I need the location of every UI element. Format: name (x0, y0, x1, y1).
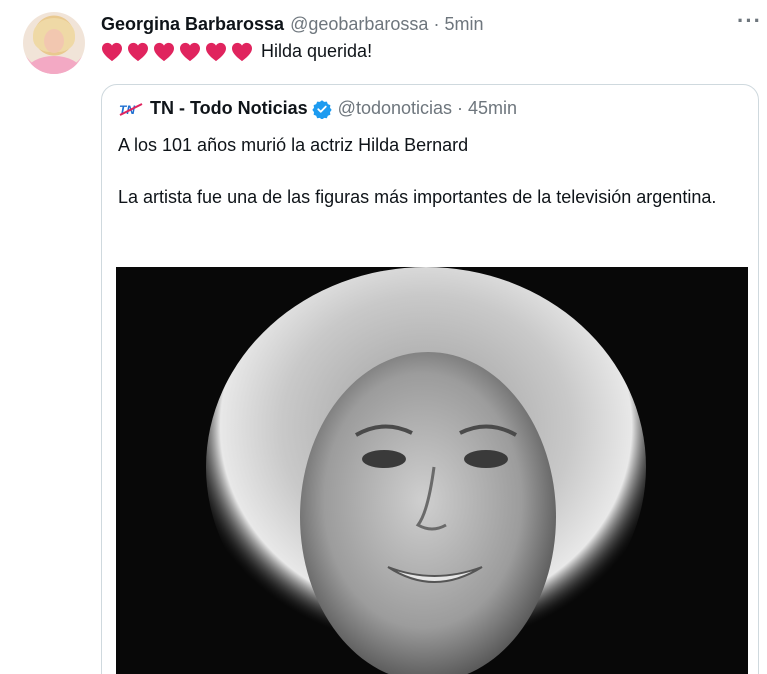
quoted-tweet-time[interactable]: 45min (468, 98, 517, 119)
more-options-icon[interactable]: ··· (737, 10, 761, 34)
quoted-author-handle[interactable]: @todonoticias (338, 98, 452, 119)
heart-icon (180, 42, 200, 61)
tweet-text-content: Hilda querida! (261, 41, 373, 61)
tweet-time[interactable]: 5min (444, 14, 483, 35)
separator-dot: · (433, 14, 440, 34)
quoted-separator-dot: · (457, 98, 464, 118)
quoted-tweet-photo[interactable] (116, 267, 748, 674)
quoted-tweet-header: TN TN - Todo Noticias @todonoticias · 45… (118, 98, 517, 119)
author-handle[interactable]: @geobarbarossa (290, 14, 428, 35)
verified-badge-icon (312, 99, 332, 119)
author-avatar[interactable] (23, 12, 85, 74)
quoted-tweet-paragraph: La artista fue una de las figuras más im… (118, 187, 717, 207)
heart-icon (102, 42, 122, 61)
author-name[interactable]: Georgina Barbarossa (101, 14, 284, 35)
quoted-tweet-card[interactable]: TN TN - Todo Noticias @todonoticias · 45… (101, 84, 759, 674)
tweet-header: Georgina Barbarossa @geobarbarossa · 5mi… (101, 14, 483, 35)
heart-icon (206, 42, 226, 61)
heart-icon (232, 42, 252, 61)
heart-icon (154, 42, 174, 61)
heart-icon (128, 42, 148, 61)
tweet[interactable]: Georgina Barbarossa @geobarbarossa · 5mi… (0, 0, 767, 674)
tn-logo-icon: TN (118, 102, 144, 117)
quoted-author-name[interactable]: TN - Todo Noticias (150, 98, 308, 119)
quoted-tweet-headline: A los 101 años murió la actriz Hilda Ber… (118, 135, 469, 155)
tweet-text: Hilda querida! (101, 41, 372, 62)
portrait-image (116, 267, 748, 674)
hearts-emoji-group (101, 42, 257, 62)
